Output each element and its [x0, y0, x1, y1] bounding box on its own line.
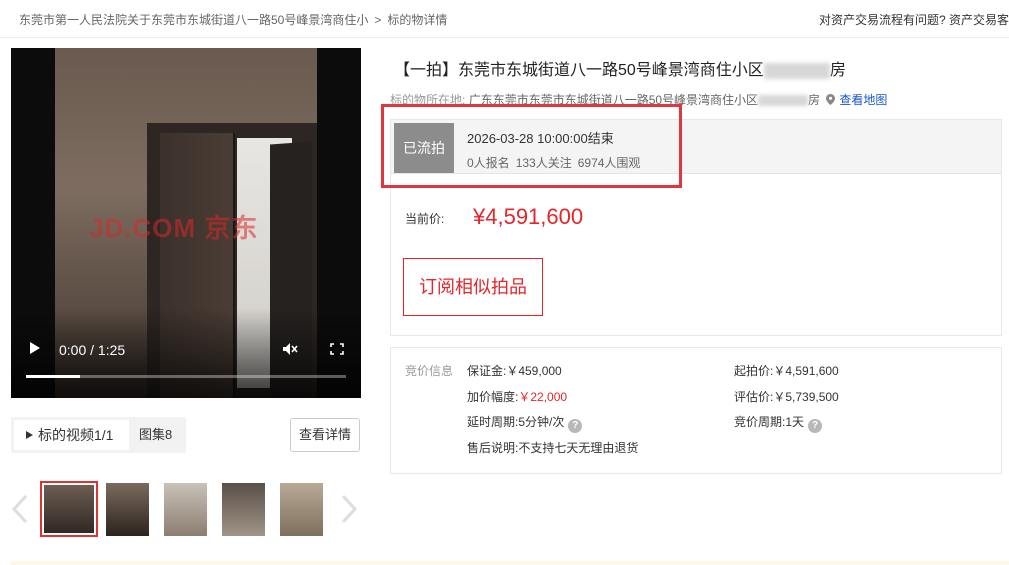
chevron-right-icon[interactable] — [340, 494, 358, 524]
video-watermark: JD.COM 京东 — [89, 213, 259, 243]
tab-gallery[interactable]: 图集8 — [139, 420, 172, 450]
redacted-block — [763, 62, 830, 79]
highlight-box — [381, 104, 682, 188]
breadcrumb: 东莞市第一人民法院关于东莞市东城街道八一路50号峰景湾商住小 > 标的物详情 对资产… — [0, 0, 1009, 38]
view-details-button[interactable]: 查看详情 — [290, 418, 360, 452]
increment: 加价幅度:￥22,000 — [467, 388, 567, 405]
subscribe-similar-button[interactable]: 订阅相似拍品 — [403, 258, 543, 316]
redacted-block — [758, 95, 809, 107]
breadcrumb-separator: > — [374, 13, 382, 27]
increment-label: 加价幅度: — [467, 390, 519, 404]
help-link[interactable]: 对资产交易流程有问题? 资产交易客 — [819, 11, 1009, 28]
view-map-link[interactable]: 查看地图 — [839, 93, 887, 107]
thumbnail[interactable] — [222, 483, 265, 536]
play-small-icon — [26, 431, 33, 439]
video-progress-bar[interactable] — [26, 375, 346, 378]
breadcrumb-current: 标的物详情 — [387, 13, 448, 27]
video-time: 0:00 / 1:25 — [59, 342, 126, 358]
bid-cycle-text: 竞价周期:1天 — [734, 415, 805, 429]
current-price: ¥4,591,600 — [473, 204, 584, 229]
map-pin-icon — [826, 94, 836, 105]
fullscreen-icon[interactable] — [330, 343, 344, 355]
help-icon[interactable]: ? — [568, 419, 583, 433]
video-progress-fill — [26, 375, 81, 378]
thumbnail[interactable] — [164, 483, 207, 536]
listing-title-suffix: 房 — [829, 62, 846, 79]
chevron-left-icon[interactable] — [11, 494, 29, 524]
mute-icon[interactable] — [282, 342, 298, 356]
listing-title: 【一拍】东莞市东城街道八一路50号峰景湾商住小区 房 — [394, 56, 846, 80]
play-icon[interactable] — [30, 342, 40, 354]
listing-title-text: 【一拍】东莞市东城街道八一路50号峰景湾商住小区 — [394, 62, 764, 79]
tab-video-label: 标的视频1/1 — [38, 427, 114, 443]
delay-period: 延时周期:5分钟/次? — [467, 413, 583, 433]
delay-text: 延时周期:5分钟/次 — [467, 415, 565, 429]
after-sale: 售后说明:不支持七天无理由退货 — [467, 441, 639, 455]
notice-strip — [11, 561, 1009, 565]
appraisal-price: 评估价:￥5,739,500 — [734, 390, 839, 404]
bid-cycle: 竞价周期:1天? — [734, 413, 823, 433]
thumbnail[interactable] — [106, 483, 149, 536]
media-tabs: 标的视频1/1 图集8 — [11, 417, 186, 453]
price-label: 当前价: — [405, 212, 445, 226]
thumbnail[interactable] — [280, 483, 323, 536]
start-price: 起拍价:￥4,591,600 — [734, 364, 839, 378]
help-icon[interactable]: ? — [808, 419, 823, 433]
bid-info: 竞价信息 保证金:￥459,000 加价幅度:￥22,000 延时周期:5分钟/… — [390, 347, 1002, 474]
video-player[interactable]: JD.COM 京东 0:00 / 1:25 — [11, 48, 361, 398]
bid-info-label: 竞价信息 — [405, 364, 454, 378]
thumbnail-selected[interactable] — [40, 481, 98, 537]
tab-video[interactable]: 标的视频1/1 — [14, 420, 129, 450]
breadcrumb-link[interactable]: 东莞市第一人民法院关于东莞市东城街道八一路50号峰景湾商住小 — [19, 13, 368, 27]
increment-value: ￥22,000 — [518, 390, 568, 404]
deposit: 保证金:￥459,000 — [467, 364, 562, 378]
location-suffix: 房 — [808, 93, 821, 107]
